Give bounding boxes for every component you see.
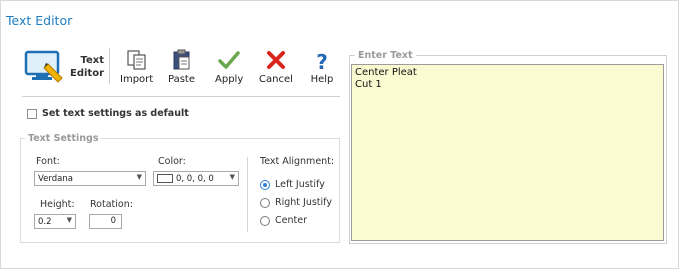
radio-left-justify[interactable]: Left Justify — [260, 179, 325, 190]
font-label: Font: — [36, 156, 60, 167]
chevron-down-icon: ▼ — [229, 173, 235, 181]
radio-button[interactable] — [260, 215, 270, 226]
svg-text:?: ? — [316, 50, 328, 72]
height-value: 0.2 — [38, 216, 52, 227]
color-select[interactable]: 0, 0, 0, 0 ▼ — [153, 171, 239, 186]
radio-center[interactable]: Center — [260, 215, 307, 226]
window-title: Text Editor — [6, 13, 73, 28]
default-settings-label: Set text settings as default — [42, 108, 189, 119]
text-line: Cut 1 — [355, 79, 382, 90]
default-settings-checkbox-row[interactable]: Set text settings as default — [27, 108, 189, 119]
text-editor-logo-icon — [24, 50, 63, 83]
cancel-label: Cancel — [259, 74, 293, 85]
checkmark-icon — [218, 51, 240, 69]
radio-right-justify[interactable]: Right Justify — [260, 197, 332, 208]
help-icon: ? — [316, 50, 328, 72]
center-label: Center — [275, 215, 307, 226]
help-button[interactable]: ? Help — [310, 48, 334, 86]
radio-button[interactable] — [260, 197, 270, 208]
toolbar-separator — [109, 48, 110, 84]
chevron-down-icon: ▼ — [66, 216, 72, 224]
rotation-label: Rotation: — [90, 199, 133, 210]
toolbar-title: Text Editor — [70, 54, 104, 80]
import-icon — [126, 50, 146, 70]
color-value: 0, 0, 0, 0 — [176, 173, 214, 184]
radio-button-selected[interactable] — [260, 179, 270, 190]
apply-button[interactable]: Apply — [215, 48, 243, 86]
paste-icon — [173, 49, 189, 70]
import-button[interactable]: Import — [120, 48, 153, 86]
enter-text-textarea[interactable]: Center Pleat Cut 1 — [351, 64, 664, 241]
import-label: Import — [120, 74, 154, 85]
toolbar-divider — [22, 96, 340, 97]
alignment-separator — [247, 157, 248, 232]
toolbar-title-line2: Editor — [70, 68, 104, 79]
text-settings-legend: Text Settings — [28, 133, 99, 144]
toolbar-title-line1: Text — [80, 55, 104, 66]
color-swatch — [157, 174, 173, 183]
rotation-input[interactable]: 0 — [89, 214, 122, 229]
cancel-button[interactable]: Cancel — [259, 48, 293, 86]
font-select[interactable]: Verdana ▼ — [34, 171, 146, 186]
right-justify-label: Right Justify — [275, 197, 332, 208]
left-justify-label: Left Justify — [275, 179, 325, 190]
chevron-down-icon: ▼ — [136, 173, 142, 181]
color-label: Color: — [158, 156, 186, 167]
enter-text-legend: Enter Text — [358, 50, 413, 61]
close-icon — [266, 51, 285, 69]
help-label: Help — [310, 74, 334, 85]
default-settings-checkbox[interactable] — [27, 108, 37, 119]
font-value: Verdana — [38, 173, 73, 184]
apply-label: Apply — [215, 74, 244, 85]
paste-button[interactable]: Paste — [168, 48, 195, 86]
paste-label: Paste — [168, 74, 195, 85]
alignment-label: Text Alignment: — [260, 156, 335, 167]
height-select[interactable]: 0.2 ▼ — [34, 214, 76, 229]
height-label: Height: — [40, 199, 75, 210]
text-line: Center Pleat — [355, 67, 417, 78]
